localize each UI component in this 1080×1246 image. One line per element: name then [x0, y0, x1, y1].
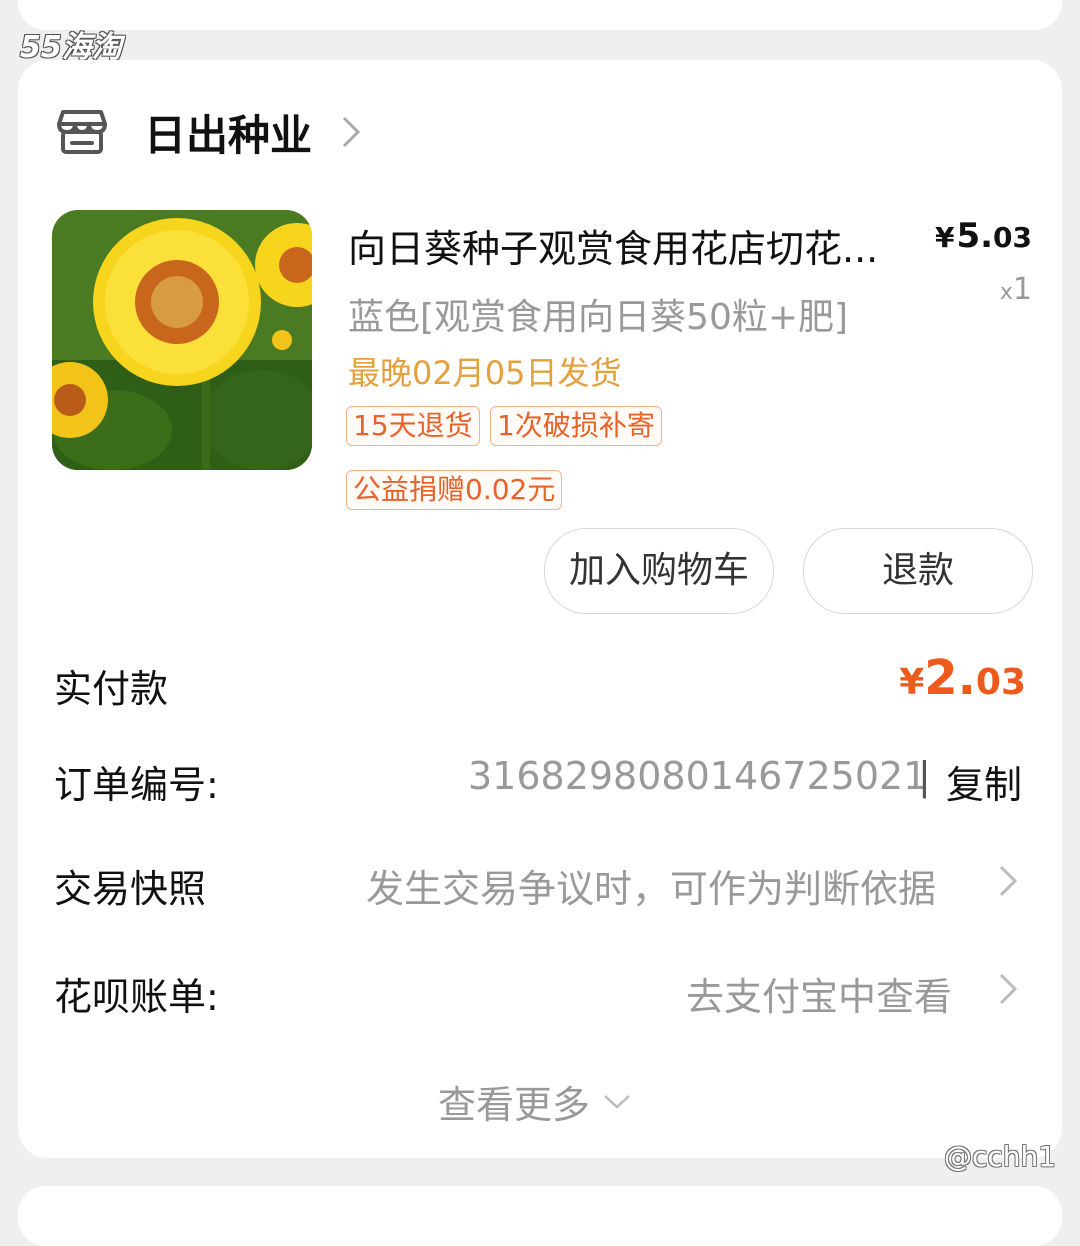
product-price: ¥5.03 [935, 216, 1032, 256]
chevron-right-icon[interactable] [998, 972, 1018, 1006]
store-icon [57, 110, 107, 154]
tag-return-policy: 15天退货 [346, 406, 480, 446]
snapshot-hint[interactable]: 发生交易争议时，可作为判断依据 [366, 858, 936, 913]
price-decimal: 03 [993, 221, 1032, 254]
view-more-label: 查看更多 [438, 1083, 591, 1127]
chevron-right-icon [342, 116, 361, 148]
tag-charity: 公益捐赠0.02元 [346, 470, 563, 510]
shop-name[interactable]: 日出种业 [144, 102, 312, 163]
paid-label: 实付款 [54, 667, 169, 711]
view-more-button[interactable]: 查看更多 [438, 1074, 632, 1129]
order-number-label: 订单编号: [54, 763, 219, 807]
product-sku: 蓝色[观赏食用向日葵50粒+肥] [348, 297, 849, 338]
product-title[interactable]: 向日葵种子观赏食用花店切花... [348, 218, 918, 273]
quantity-x: x [999, 280, 1013, 305]
price-symbol: ¥ [934, 221, 955, 254]
shop-header[interactable]: 日出种业 [54, 102, 362, 162]
paid-symbol: ¥ [899, 662, 925, 703]
huabei-label[interactable]: 花呗账单: [54, 966, 219, 1021]
order-card: 日出种业 向日葵种子观赏食用花店切花... ¥5.03 x1 蓝色[观赏食用向日… [18, 60, 1062, 1158]
price-integer: 5. [956, 216, 994, 256]
refund-button[interactable]: 退款 [803, 528, 1033, 614]
huabei-hint[interactable]: 去支付宝中查看 [686, 966, 952, 1021]
product-quantity: x1 [1000, 272, 1032, 307]
tag-damage-resend: 1次破损补寄 [490, 406, 662, 446]
copy-separator: | [918, 754, 931, 798]
snapshot-label[interactable]: 交易快照 [54, 858, 206, 913]
next-card [18, 1186, 1062, 1246]
product-image[interactable] [52, 210, 312, 470]
watermark-bottom-right: @cchh1 [944, 1140, 1057, 1173]
shipping-deadline: 最晚02月05日发货 [348, 354, 622, 392]
chevron-down-icon [604, 1094, 630, 1109]
previous-card [18, 0, 1062, 30]
order-number: 3168298080146725021 [468, 754, 928, 798]
quantity-number: 1 [1012, 272, 1032, 307]
paid-decimal: 03 [975, 662, 1026, 703]
chevron-right-icon[interactable] [998, 864, 1018, 898]
paid-integer: 2. [924, 650, 976, 706]
add-to-cart-button[interactable]: 加入购物车 [544, 528, 774, 614]
copy-button[interactable]: 复制 [946, 754, 1022, 809]
paid-amount: ¥2.03 [899, 650, 1026, 706]
